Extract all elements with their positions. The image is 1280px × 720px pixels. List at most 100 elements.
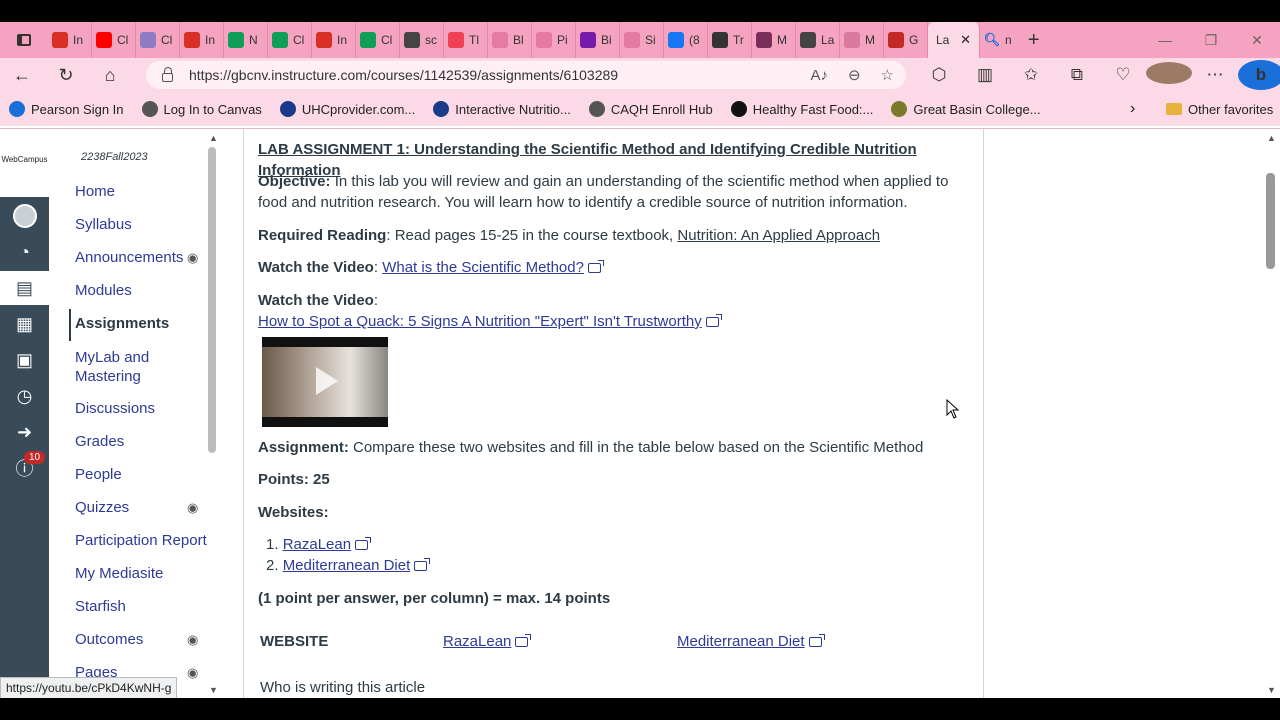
courses-icon[interactable]: ▤ <box>0 271 49 305</box>
favorite-item[interactable]: Pearson Sign In <box>0 101 133 117</box>
tab-10[interactable]: Bl <box>488 22 532 58</box>
read-aloud-icon[interactable]: A♪ <box>810 67 828 84</box>
course-nav-item-mylab-and-mastering[interactable]: MyLab and Mastering <box>75 348 185 386</box>
home-icon[interactable]: ⌂ <box>88 58 132 92</box>
tab-label: G <box>909 33 919 47</box>
course-nav-item-people[interactable]: People <box>75 466 122 483</box>
tab-actions-icon[interactable] <box>0 22 48 58</box>
course-nav-item-discussions[interactable]: Discussions <box>75 400 155 417</box>
back-icon[interactable]: ← <box>0 58 44 92</box>
split-screen-icon[interactable]: ▥ <box>962 65 1008 85</box>
history-icon[interactable]: ◷ <box>0 379 49 413</box>
course-nav-scrollbar[interactable] <box>208 147 216 453</box>
tab-search[interactable]: 🔍︎ n <box>980 22 1016 58</box>
more-menu-icon[interactable]: ⋯ <box>1192 65 1238 85</box>
course-nav-item-starfish[interactable]: Starfish <box>75 598 126 615</box>
video2-link[interactable]: How to Spot a Quack: 5 Signs A Nutrition… <box>258 313 702 330</box>
bing-button[interactable]: b <box>1238 60 1280 90</box>
page-scroll-up-icon[interactable]: ▲ <box>1267 133 1276 143</box>
external-link-icon <box>414 558 431 572</box>
tab-12[interactable]: Bi <box>576 22 620 58</box>
dashboard-icon[interactable]: ◔ <box>0 235 49 269</box>
table-link-mediterranean[interactable]: Mediterranean Diet <box>677 633 805 650</box>
page-scrollbar[interactable] <box>1266 173 1275 269</box>
favorite-star-icon[interactable]: ☆ <box>881 66 894 84</box>
favorite-item[interactable]: UHCprovider.com... <box>271 101 424 117</box>
course-nav-item-announcements[interactable]: Announcements <box>75 249 183 266</box>
reading-paragraph: Required Reading: Read pages 15-25 in th… <box>258 225 958 246</box>
performance-icon[interactable]: ♡ <box>1100 65 1146 85</box>
other-favorites[interactable]: Other favorites <box>1166 92 1273 126</box>
website-link-razalean[interactable]: RazaLean <box>283 536 351 553</box>
course-nav-item-my-mediasite[interactable]: My Mediasite <box>75 565 163 582</box>
favorite-item[interactable]: Log In to Canvas <box>133 101 271 117</box>
close-icon[interactable]: ✕ <box>960 32 971 48</box>
tab-active[interactable]: La ✕ <box>928 22 980 58</box>
calendar-icon[interactable]: ▦ <box>0 307 49 341</box>
minimize-icon[interactable]: — <box>1142 22 1188 58</box>
course-nav-item-syllabus[interactable]: Syllabus <box>75 216 132 233</box>
favorite-item[interactable]: Interactive Nutritio... <box>424 101 580 117</box>
tab-11[interactable]: Pi <box>532 22 576 58</box>
table-link-razalean[interactable]: RazaLean <box>443 633 511 650</box>
tab-label: Cl <box>381 33 393 47</box>
websites-label: Websites: <box>258 504 329 521</box>
website-link-mediterranean[interactable]: Mediterranean Diet <box>283 557 411 574</box>
tab-3[interactable]: In <box>180 22 224 58</box>
favorite-item[interactable]: CAQH Enroll Hub <box>580 101 722 117</box>
extensions-icon[interactable]: ⬡ <box>916 65 962 85</box>
page-content: WebCampus ◔ ▤ ▦ ▣ ◷ ➜ ⓘ 10 ▲ 2238Fall202… <box>0 128 1280 698</box>
logo[interactable]: WebCampus <box>0 129 49 197</box>
tab-14[interactable]: (8 <box>664 22 708 58</box>
tab-2[interactable]: Cl <box>136 22 180 58</box>
course-nav-item-participation-report[interactable]: Participation Report <box>75 532 207 549</box>
scroll-down-icon[interactable]: ▼ <box>209 685 218 695</box>
course-nav-item-assignments[interactable]: Assignments <box>75 315 169 332</box>
course-nav-item-outcomes[interactable]: Outcomes <box>75 631 143 648</box>
page-scroll-down-icon[interactable]: ▼ <box>1267 685 1276 695</box>
tab-8[interactable]: sc <box>400 22 444 58</box>
refresh-icon[interactable]: ↻ <box>44 58 88 92</box>
tab-5[interactable]: Cl <box>268 22 312 58</box>
profile-button[interactable] <box>1146 61 1192 89</box>
tab-label: Cl <box>117 33 129 47</box>
tab-9[interactable]: Tl <box>444 22 488 58</box>
list-number: 2. <box>266 557 283 574</box>
favorite-item[interactable]: Healthy Fast Food:... <box>722 101 883 117</box>
tab-13[interactable]: Si <box>620 22 664 58</box>
tab-19[interactable]: G <box>884 22 928 58</box>
address-bar[interactable]: https://gbcnv.instructure.com/courses/11… <box>146 61 906 89</box>
tab-18[interactable]: M <box>840 22 884 58</box>
tab-7[interactable]: Cl <box>356 22 400 58</box>
course-nav-item-grades[interactable]: Grades <box>75 433 124 450</box>
restore-icon[interactable]: ❐ <box>1188 22 1234 58</box>
video-thumbnail[interactable] <box>262 337 388 427</box>
account-nav[interactable] <box>0 199 49 233</box>
tab-17[interactable]: La <box>796 22 840 58</box>
tab-16[interactable]: M <box>752 22 796 58</box>
course-nav-item-home[interactable]: Home <box>75 183 115 200</box>
scroll-up-icon[interactable]: ▲ <box>209 133 218 143</box>
zoom-icon[interactable]: ⊖ <box>848 66 861 84</box>
inbox-icon[interactable]: ▣ <box>0 343 49 377</box>
favorites-icon[interactable]: ✩ <box>1008 65 1054 85</box>
logout-icon[interactable]: ➜ <box>0 415 49 449</box>
tab-4[interactable]: N <box>224 22 268 58</box>
video1-link[interactable]: What is the Scientific Method? <box>382 259 584 276</box>
new-tab-button[interactable]: + <box>1016 29 1052 52</box>
list-item: 1. RazaLean <box>258 534 958 555</box>
help-nav[interactable]: ⓘ 10 <box>0 451 49 485</box>
document-icon <box>800 32 816 48</box>
course-nav-item-modules[interactable]: Modules <box>75 282 132 299</box>
tab-label: Cl <box>161 33 173 47</box>
favorite-item[interactable]: Great Basin College... <box>882 101 1049 117</box>
course-nav-item-quizzes[interactable]: Quizzes <box>75 499 129 516</box>
chevron-right-icon[interactable]: › <box>1130 92 1135 126</box>
close-window-icon[interactable]: ✕ <box>1234 22 1280 58</box>
collections-icon[interactable]: ⧉ <box>1054 65 1100 85</box>
lock-icon[interactable] <box>162 66 173 82</box>
tab-1[interactable]: Cl <box>92 22 136 58</box>
tab-6[interactable]: In <box>312 22 356 58</box>
tab-0[interactable]: In <box>48 22 92 58</box>
tab-15[interactable]: Tr <box>708 22 752 58</box>
